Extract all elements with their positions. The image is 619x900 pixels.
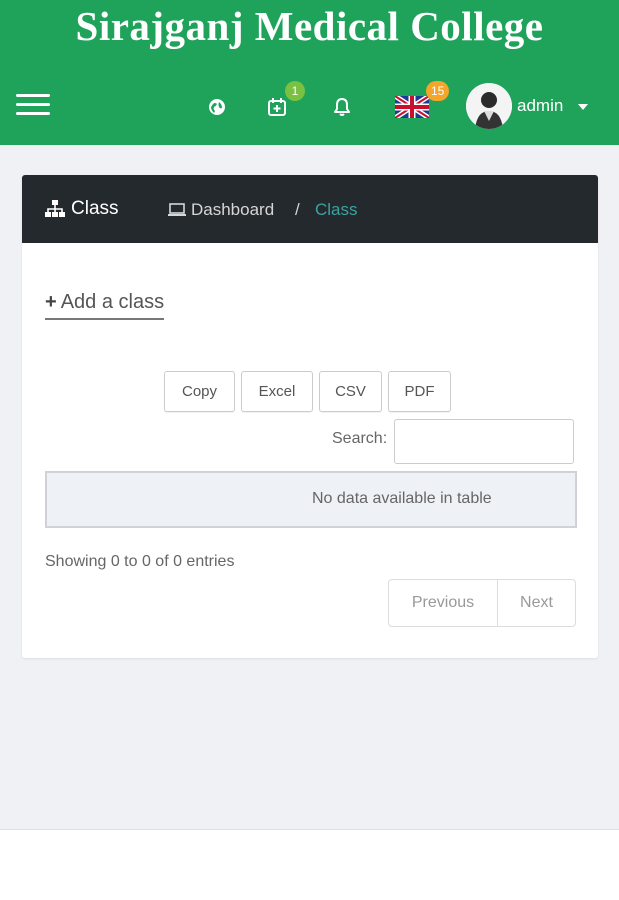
calendar-icon[interactable]	[266, 96, 288, 118]
card-header: Class Dashboard / Class	[22, 175, 598, 243]
laptop-icon	[168, 203, 186, 216]
add-class-button[interactable]: + Add a class	[45, 291, 165, 320]
previous-page-button[interactable]: Previous	[389, 580, 498, 626]
sitemap-icon	[45, 200, 65, 217]
copy-button[interactable]: Copy	[164, 371, 235, 412]
table-empty-row: No data available in table	[45, 471, 577, 528]
next-page-button[interactable]: Next	[498, 580, 575, 626]
search-input[interactable]	[394, 419, 574, 464]
top-header: Sirajganj Medical College 1 15 admin	[0, 0, 619, 145]
page-title: Class	[71, 198, 119, 219]
pdf-button[interactable]: PDF	[388, 371, 451, 412]
site-title: Sirajganj Medical College	[75, 3, 544, 49]
breadcrumb-dashboard-link[interactable]: Dashboard	[191, 200, 274, 220]
user-name[interactable]: admin	[517, 96, 563, 116]
calendar-badge: 1	[285, 81, 305, 101]
csv-button[interactable]: CSV	[319, 371, 382, 412]
plus-icon: +	[45, 291, 57, 313]
bell-icon[interactable]	[331, 96, 353, 118]
add-class-label: Add a class	[60, 291, 165, 313]
class-card: Class Dashboard / Class + Add a class Cop…	[22, 175, 598, 658]
uk-flag-icon[interactable]	[395, 96, 429, 118]
language-badge: 15	[426, 81, 450, 101]
chevron-down-icon[interactable]	[578, 104, 588, 110]
avatar[interactable]	[466, 83, 512, 129]
pagination: Previous Next	[388, 579, 576, 627]
excel-button[interactable]: Excel	[241, 371, 313, 412]
menu-icon[interactable]	[16, 94, 50, 118]
search-label: Search:	[332, 430, 388, 447]
breadcrumb-current: Class	[315, 200, 358, 219]
globe-icon[interactable]	[206, 96, 228, 118]
breadcrumb-separator: /	[295, 200, 300, 219]
empty-table-message: No data available in table	[312, 490, 492, 507]
table-info: Showing 0 to 0 of 0 entries	[45, 553, 235, 570]
